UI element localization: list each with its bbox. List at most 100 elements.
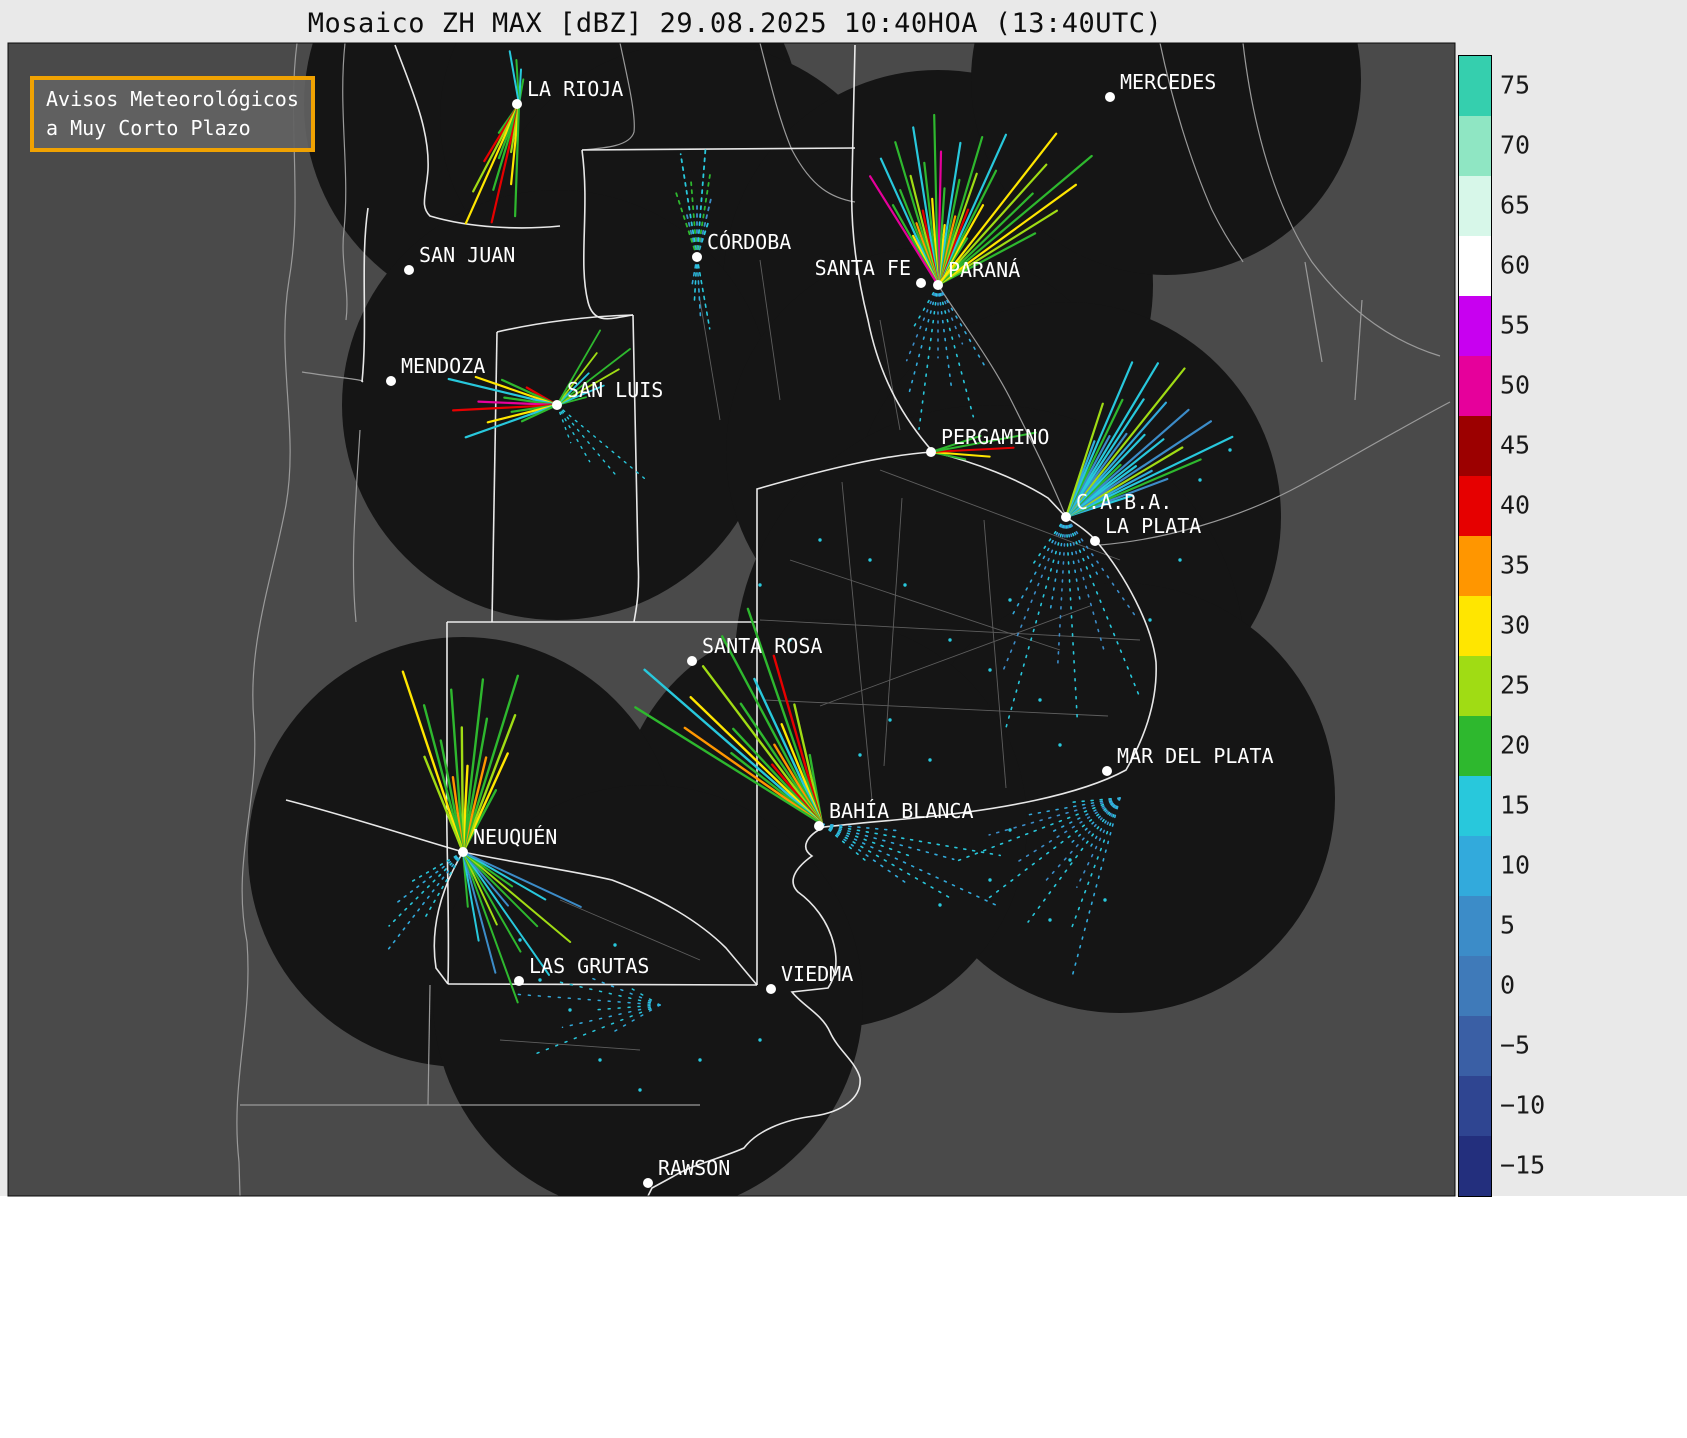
radar-speck bbox=[568, 1008, 572, 1012]
city-label: BAHÍA BLANCA bbox=[829, 799, 974, 823]
colorbar-segment bbox=[1459, 416, 1491, 476]
city-label: MENDOZA bbox=[401, 354, 485, 378]
city-dot bbox=[512, 99, 522, 109]
alert-overlay-box: Avisos Meteorológicos a Muy Corto Plazo bbox=[30, 76, 315, 152]
city-dot bbox=[643, 1178, 653, 1188]
city-label: LAS GRUTAS bbox=[529, 954, 649, 978]
city-label: SANTA ROSA bbox=[702, 634, 822, 658]
colorbar-segment bbox=[1459, 296, 1491, 356]
city-dot bbox=[687, 656, 697, 666]
radar-speck bbox=[1178, 558, 1182, 562]
city-label: C.A.B.A. bbox=[1076, 490, 1172, 514]
colorbar-tick-label: 30 bbox=[1500, 610, 1531, 640]
city-label: SAN JUAN bbox=[419, 243, 515, 267]
radar-speck bbox=[888, 718, 892, 722]
city-dot bbox=[1102, 766, 1112, 776]
radar-map: LA RIOJA MERCEDES SAN JUAN CÓRDOBA SANTA FE P… bbox=[7, 42, 1456, 1197]
colorbar-segment bbox=[1459, 596, 1491, 656]
city-dot bbox=[1090, 536, 1100, 546]
city-dot bbox=[552, 400, 562, 410]
radar-speck bbox=[613, 943, 617, 947]
colorbar-segment bbox=[1459, 836, 1491, 896]
alert-line1: Avisos Meteorológicos bbox=[46, 87, 299, 111]
city-label: LA RIOJA bbox=[527, 77, 623, 101]
radar-speck bbox=[698, 1058, 702, 1062]
city-dot bbox=[386, 376, 396, 386]
radar-speck bbox=[1068, 858, 1072, 862]
colorbar-tick-label: −5 bbox=[1500, 1030, 1531, 1060]
colorbar-tick-label: 65 bbox=[1500, 190, 1531, 220]
city-dot bbox=[1061, 512, 1071, 522]
radar-speck bbox=[538, 978, 542, 982]
colorbar-tick-label: 40 bbox=[1500, 490, 1531, 520]
radar-mosaic-page: Mosaico ZH MAX [dBZ] 29.08.2025 10:40HOA… bbox=[0, 0, 1687, 1438]
city-label: LA PLATA bbox=[1105, 514, 1201, 538]
colorbar-segment bbox=[1459, 476, 1491, 536]
colorbar-tick-label: 0 bbox=[1500, 970, 1516, 1000]
colorbar-tick-label: 20 bbox=[1500, 730, 1531, 760]
radar-speck bbox=[1008, 598, 1012, 602]
colorbar-tick-label: 55 bbox=[1500, 310, 1531, 340]
colorbar-segment bbox=[1459, 176, 1491, 236]
radar-speck bbox=[868, 558, 872, 562]
radar-speck bbox=[938, 903, 942, 907]
radar-speck bbox=[1008, 828, 1012, 832]
city-label: NEUQUÉN bbox=[473, 825, 557, 849]
radar-speck bbox=[903, 583, 907, 587]
alert-line2: a Muy Corto Plazo bbox=[46, 116, 251, 140]
colorbar-tick-label: −15 bbox=[1500, 1150, 1546, 1180]
city-dot bbox=[814, 821, 824, 831]
city-label: PARANÁ bbox=[948, 258, 1020, 282]
colorbar-tick-label: 5 bbox=[1500, 910, 1516, 940]
colorbar-tick-label: 10 bbox=[1500, 850, 1531, 880]
colorbar-segment bbox=[1459, 776, 1491, 836]
radar-speck bbox=[948, 638, 952, 642]
radar-speck bbox=[638, 1088, 642, 1092]
city-label: PERGAMINO bbox=[941, 425, 1049, 449]
city-label: MERCEDES bbox=[1120, 70, 1216, 94]
city-dot bbox=[933, 280, 943, 290]
colorbar-tick-label: −10 bbox=[1500, 1090, 1546, 1120]
colorbar bbox=[1458, 55, 1492, 1197]
radar-speck bbox=[988, 878, 992, 882]
city-dot bbox=[926, 447, 936, 457]
radar-coverage-circle bbox=[433, 785, 863, 1196]
city-label: SANTA FE bbox=[815, 256, 911, 280]
radar-speck bbox=[858, 753, 862, 757]
colorbar-segment bbox=[1459, 656, 1491, 716]
colorbar-segment bbox=[1459, 896, 1491, 956]
colorbar-tick-label: 15 bbox=[1500, 790, 1531, 820]
city-dot bbox=[692, 252, 702, 262]
city-dot bbox=[766, 984, 776, 994]
city-dot bbox=[916, 278, 926, 288]
colorbar-tick-label: 75 bbox=[1500, 70, 1531, 100]
colorbar-segment bbox=[1459, 536, 1491, 596]
city-dot bbox=[458, 847, 468, 857]
city-dot bbox=[514, 976, 524, 986]
city-label: MAR DEL PLATA bbox=[1117, 744, 1274, 768]
colorbar-segment bbox=[1459, 356, 1491, 416]
radar-speck bbox=[1198, 478, 1202, 482]
colorbar-segment bbox=[1459, 1136, 1491, 1196]
colorbar-tick-label: 50 bbox=[1500, 370, 1531, 400]
city-label: VIEDMA bbox=[781, 962, 853, 986]
colorbar-segment bbox=[1459, 56, 1491, 116]
colorbar-segment bbox=[1459, 956, 1491, 1016]
radar-speck bbox=[1038, 698, 1042, 702]
radar-speck bbox=[1103, 898, 1107, 902]
colorbar-segment bbox=[1459, 1016, 1491, 1076]
city-label: SAN LUIS bbox=[567, 378, 663, 402]
colorbar-segment bbox=[1459, 716, 1491, 776]
radar-speck bbox=[988, 668, 992, 672]
colorbar-tick-label: 45 bbox=[1500, 430, 1531, 460]
colorbar-tick-label: 70 bbox=[1500, 130, 1531, 160]
city-label: CÓRDOBA bbox=[707, 230, 791, 254]
city-dot bbox=[1105, 92, 1115, 102]
colorbar-tick-label: 25 bbox=[1500, 670, 1531, 700]
radar-speck bbox=[818, 538, 822, 542]
radar-speck bbox=[1048, 918, 1052, 922]
radar-speck bbox=[1148, 618, 1152, 622]
colorbar-tick-label: 60 bbox=[1500, 250, 1531, 280]
radar-speck bbox=[1058, 743, 1062, 747]
radar-speck bbox=[598, 1058, 602, 1062]
